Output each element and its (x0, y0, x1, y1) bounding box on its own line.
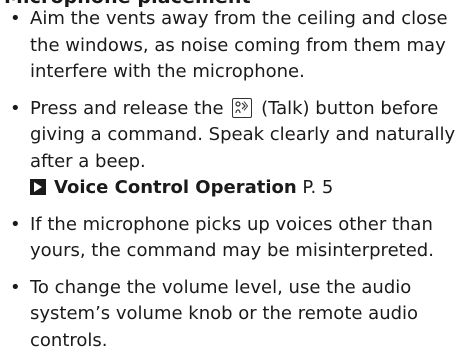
bullet-icon: • (10, 276, 21, 298)
reference-title[interactable]: Voice Control Operation (54, 177, 297, 198)
bullet-text-before-icon: Press and release the (30, 97, 224, 119)
bullet-icon: • (10, 213, 21, 235)
talk-button-icon (232, 97, 253, 118)
bullet-icon: • (10, 8, 21, 29)
bullet-text: Aim the vents away from the ceiling and … (30, 8, 448, 82)
bullet-icon: • (10, 97, 21, 119)
list-item: • Press and release the (Talk) button be… (10, 96, 460, 202)
list-item: • Aim the vents away from the ceiling an… (10, 6, 460, 86)
reference-page: P. 5 (302, 177, 334, 198)
tips-list: • Aim the vents away from the ceiling an… (10, 6, 460, 364)
cross-reference[interactable]: Voice Control Operation P. 5 (30, 175, 460, 202)
bullet-text: If the microphone picks up voices other … (30, 213, 434, 262)
reference-arrow-icon (30, 179, 46, 195)
list-item: • If the microphone picks up voices othe… (10, 212, 460, 265)
bullet-text: To change the volume level, use the audi… (30, 276, 419, 351)
list-item: • To change the volume level, use the au… (10, 275, 460, 355)
